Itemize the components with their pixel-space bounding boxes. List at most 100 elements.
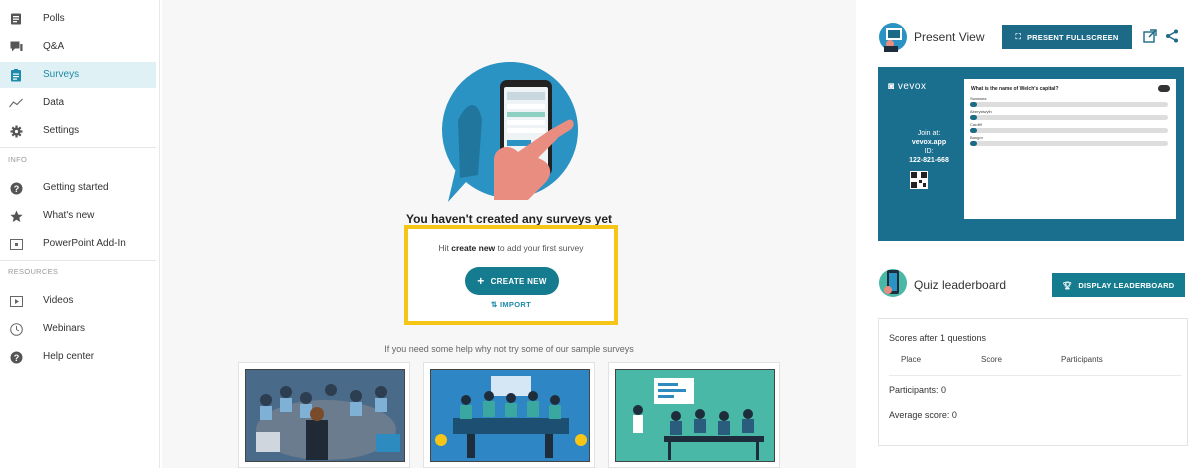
empty-state-illustration <box>438 60 583 210</box>
sample-survey-card-2[interactable] <box>423 362 595 468</box>
scores-summary: Scores after 1 questions <box>889 333 987 343</box>
toggle-icon <box>1158 85 1170 92</box>
join-info: Join at: vevox.app ID: 122-821-668 <box>894 129 964 165</box>
divider <box>0 260 156 261</box>
sidebar-item-settings[interactable]: Settings <box>0 118 156 144</box>
sidebar-item-powerpoint-add-in[interactable]: PowerPoint Add-In <box>0 231 156 257</box>
leaderboard-card: Scores after 1 questions Place Score Par… <box>878 318 1188 446</box>
preview-option-label: Bangor <box>970 135 983 140</box>
hint-suffix: to add your first survey <box>495 243 584 253</box>
create-survey-callout: Hit create new to add your first survey … <box>404 225 618 325</box>
display-leaderboard-button[interactable]: 🏆︎ DISPLAY LEADERBOARD <box>1052 273 1185 297</box>
sidebar-item-label: Webinars <box>43 323 86 334</box>
present-view-title: Present View <box>914 30 985 44</box>
sidebar-item-label: Help center <box>43 351 95 362</box>
preview-option-label: Aberystwyth <box>970 109 992 114</box>
section-label-resources: RESOURCES <box>8 267 59 276</box>
id-label: ID: <box>924 148 934 155</box>
sidebar-item-help-center[interactable]: ? Help center <box>0 344 156 370</box>
preview-option-fill <box>970 115 977 120</box>
preview-option-bar <box>970 128 1168 133</box>
hint-prefix: Hit <box>438 243 452 253</box>
sidebar-item-label: Polls <box>43 13 65 24</box>
present-fullscreen-label: PRESENT FULLSCREEN <box>1026 32 1119 42</box>
preview-option-label: Cardiff <box>970 122 982 127</box>
sample-survey-image-classroom <box>615 369 775 462</box>
right-panel: Present View ⛶ PRESENT FULLSCREEN ◙ vevox… <box>856 0 1202 468</box>
column-header-place: Place <box>901 355 922 364</box>
preview-question: What is the name of Welch's capital? <box>971 86 1059 92</box>
empty-state-title: You haven't created any surveys yet <box>405 212 613 226</box>
leaderboard-icon <box>878 266 908 300</box>
session-id: 122-821-668 <box>909 157 949 164</box>
sample-survey-card-1[interactable] <box>238 362 410 468</box>
sidebar-item-label: Videos <box>43 295 74 306</box>
import-link[interactable]: ⇅ IMPORT <box>408 300 614 309</box>
surveys-icon <box>9 68 23 82</box>
import-label: IMPORT <box>500 300 531 309</box>
participants-count: Participants: 0 <box>889 385 947 395</box>
gear-icon <box>9 124 23 138</box>
svg-text:?: ? <box>13 183 19 193</box>
sidebar-item-whats-new[interactable]: What's new <box>0 203 156 229</box>
help-circle-icon: ? <box>9 181 23 195</box>
preview-option-label: Swansea <box>970 96 987 101</box>
present-fullscreen-button[interactable]: ⛶ PRESENT FULLSCREEN <box>1002 25 1132 49</box>
sidebar-item-getting-started[interactable]: ? Getting started <box>0 175 156 201</box>
vevox-logo-icon: ◙ <box>888 81 898 92</box>
average-score: Average score: 0 <box>889 410 957 420</box>
sidebar-item-label: Data <box>43 97 65 108</box>
sidebar-item-surveys[interactable]: Surveys <box>0 62 156 88</box>
create-new-button[interactable]: + CREATE NEW <box>465 267 559 295</box>
preview-option-fill <box>970 141 977 146</box>
powerpoint-icon <box>9 237 23 251</box>
divider <box>0 147 156 148</box>
sample-survey-card-3[interactable] <box>608 362 780 468</box>
sample-survey-image-conference <box>245 369 405 462</box>
sidebar-item-polls[interactable]: Polls <box>0 6 156 32</box>
data-icon <box>9 96 23 110</box>
preview-option-fill <box>970 128 977 133</box>
quiz-leaderboard-title: Quiz leaderboard <box>914 278 1007 292</box>
sample-survey-image-meeting <box>430 369 590 462</box>
preview-option-bar <box>970 141 1168 146</box>
preview-option-bar <box>970 115 1168 120</box>
section-label-info: INFO <box>8 155 28 164</box>
qr-code-icon <box>910 171 928 189</box>
sidebar-item-videos[interactable]: Videos <box>0 288 156 314</box>
sidebar-item-qa[interactable]: Q&A <box>0 34 156 60</box>
external-link-icon[interactable] <box>1143 29 1157 43</box>
divider <box>889 375 1181 376</box>
create-new-label: CREATE NEW <box>490 276 547 286</box>
display-leaderboard-label: DISPLAY LEADERBOARD <box>1078 280 1175 290</box>
sidebar-item-label: Q&A <box>43 41 65 52</box>
present-view-icon <box>878 22 908 52</box>
column-header-score: Score <box>981 355 1002 364</box>
sidebar-item-label: Surveys <box>43 69 80 80</box>
star-icon <box>9 209 23 223</box>
sidebar-item-data[interactable]: Data <box>0 90 156 116</box>
presentation-preview[interactable]: ◙ vevox Join at: vevox.app ID: 122-821-6… <box>878 67 1184 241</box>
preview-option: Swansea <box>970 96 1168 107</box>
trophy-icon: 🏆︎ <box>1062 280 1073 290</box>
join-line-2: vevox.app <box>911 139 947 146</box>
vevox-logo: ◙ vevox <box>888 81 926 92</box>
clock-icon <box>9 322 23 336</box>
app-root: Polls Q&A Surveys Data Settings INFO ? G… <box>0 0 1202 468</box>
preview-option: Aberystwyth <box>970 109 1168 120</box>
column-header-participants: Participants <box>1061 355 1103 364</box>
sidebar-item-label: PowerPoint Add-In <box>43 238 126 249</box>
hint-emphasis: create new <box>451 243 496 253</box>
qa-icon <box>9 40 23 54</box>
plus-icon: + <box>477 274 485 288</box>
share-icon[interactable] <box>1165 29 1179 43</box>
sidebar-item-label: What's new <box>43 210 95 221</box>
join-line-1: Join at: <box>917 130 941 137</box>
svg-text:?: ? <box>13 352 19 362</box>
sidebar-item-webinars[interactable]: Webinars <box>0 316 156 342</box>
sidebar-item-label: Settings <box>43 125 80 136</box>
fullscreen-icon: ⛶ <box>1015 32 1021 41</box>
main-content: You haven't created any surveys yet Hit … <box>162 0 856 468</box>
create-hint: Hit create new to add your first survey <box>408 243 614 253</box>
preview-option: Bangor <box>970 135 1168 146</box>
